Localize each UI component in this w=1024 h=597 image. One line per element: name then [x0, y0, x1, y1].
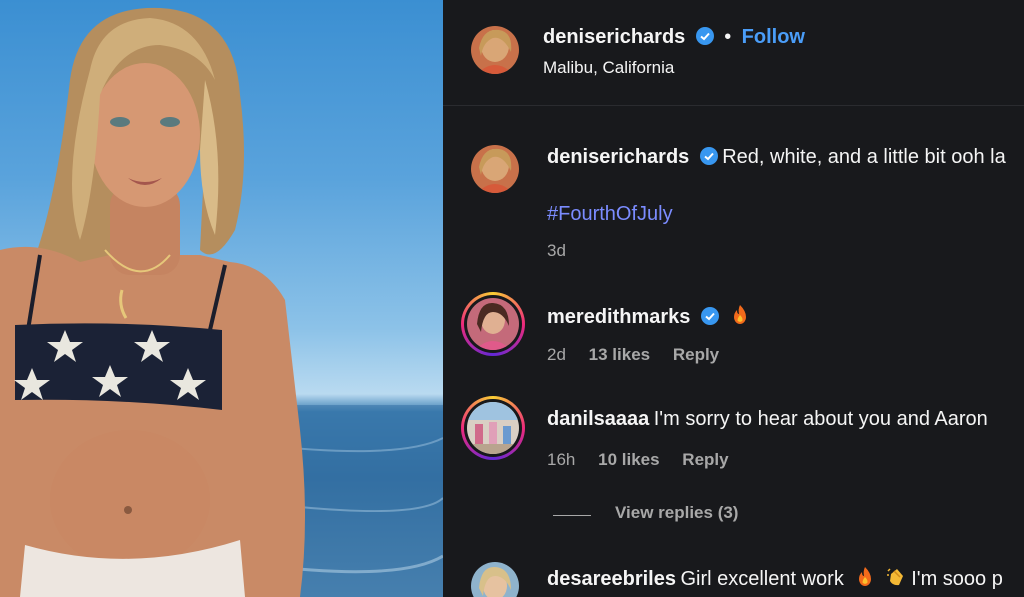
- comment-timestamp[interactable]: 2d: [547, 345, 566, 364]
- post-photo[interactable]: [0, 0, 443, 597]
- commenter-avatar[interactable]: [461, 292, 525, 356]
- comment-author-username[interactable]: danilsaaaa: [547, 408, 649, 430]
- author-avatar[interactable]: [471, 26, 519, 74]
- reply-button[interactable]: Reply: [673, 345, 719, 364]
- separator-dot: •: [724, 26, 732, 48]
- commenter-avatar[interactable]: [471, 562, 519, 597]
- caption-line: deniserichards Red, white, and a little …: [547, 146, 1006, 170]
- commenter-avatar[interactable]: [461, 396, 525, 460]
- caption-text: Red, white, and a little bit ooh la: [722, 146, 1006, 168]
- comment-text-continued: I'm sooo p: [911, 568, 1003, 590]
- clapping-hands-emoji-icon: [885, 566, 907, 593]
- caption-timestamp[interactable]: 3d: [547, 241, 566, 261]
- fire-emoji-icon: [856, 566, 874, 593]
- comment-text: I'm sorry to hear about you and Aaron: [653, 408, 988, 430]
- verified-badge-icon: [695, 27, 714, 50]
- view-replies-button[interactable]: View replies (3): [615, 503, 738, 523]
- follow-button[interactable]: Follow: [742, 26, 805, 48]
- comment-author-username[interactable]: desareebriles: [547, 568, 676, 590]
- comments-panel: deniserichards • Follow Malibu, Californ…: [443, 0, 1024, 597]
- post-location[interactable]: Malibu, California: [543, 58, 674, 78]
- post-header: deniserichards • Follow Malibu, Californ…: [443, 0, 1024, 106]
- comment-text: Girl excellent work: [680, 568, 844, 590]
- caption-author-username[interactable]: deniserichards: [547, 146, 689, 168]
- comment-likes[interactable]: 10 likes: [598, 450, 659, 469]
- hashtag-link[interactable]: #FourthOfJuly: [547, 203, 673, 226]
- caption-author-avatar[interactable]: [471, 145, 519, 193]
- verified-badge-icon: [699, 147, 718, 170]
- reply-button[interactable]: Reply: [682, 450, 728, 469]
- comment-timestamp[interactable]: 16h: [547, 450, 575, 469]
- view-replies-line: [553, 515, 591, 516]
- verified-badge-icon: [700, 307, 719, 330]
- comment-author-username[interactable]: meredithmarks: [547, 306, 690, 328]
- fire-emoji-icon: [731, 304, 749, 331]
- comment-likes[interactable]: 13 likes: [589, 345, 650, 364]
- author-username[interactable]: deniserichards: [543, 26, 685, 48]
- post-image-illustration: [0, 7, 443, 597]
